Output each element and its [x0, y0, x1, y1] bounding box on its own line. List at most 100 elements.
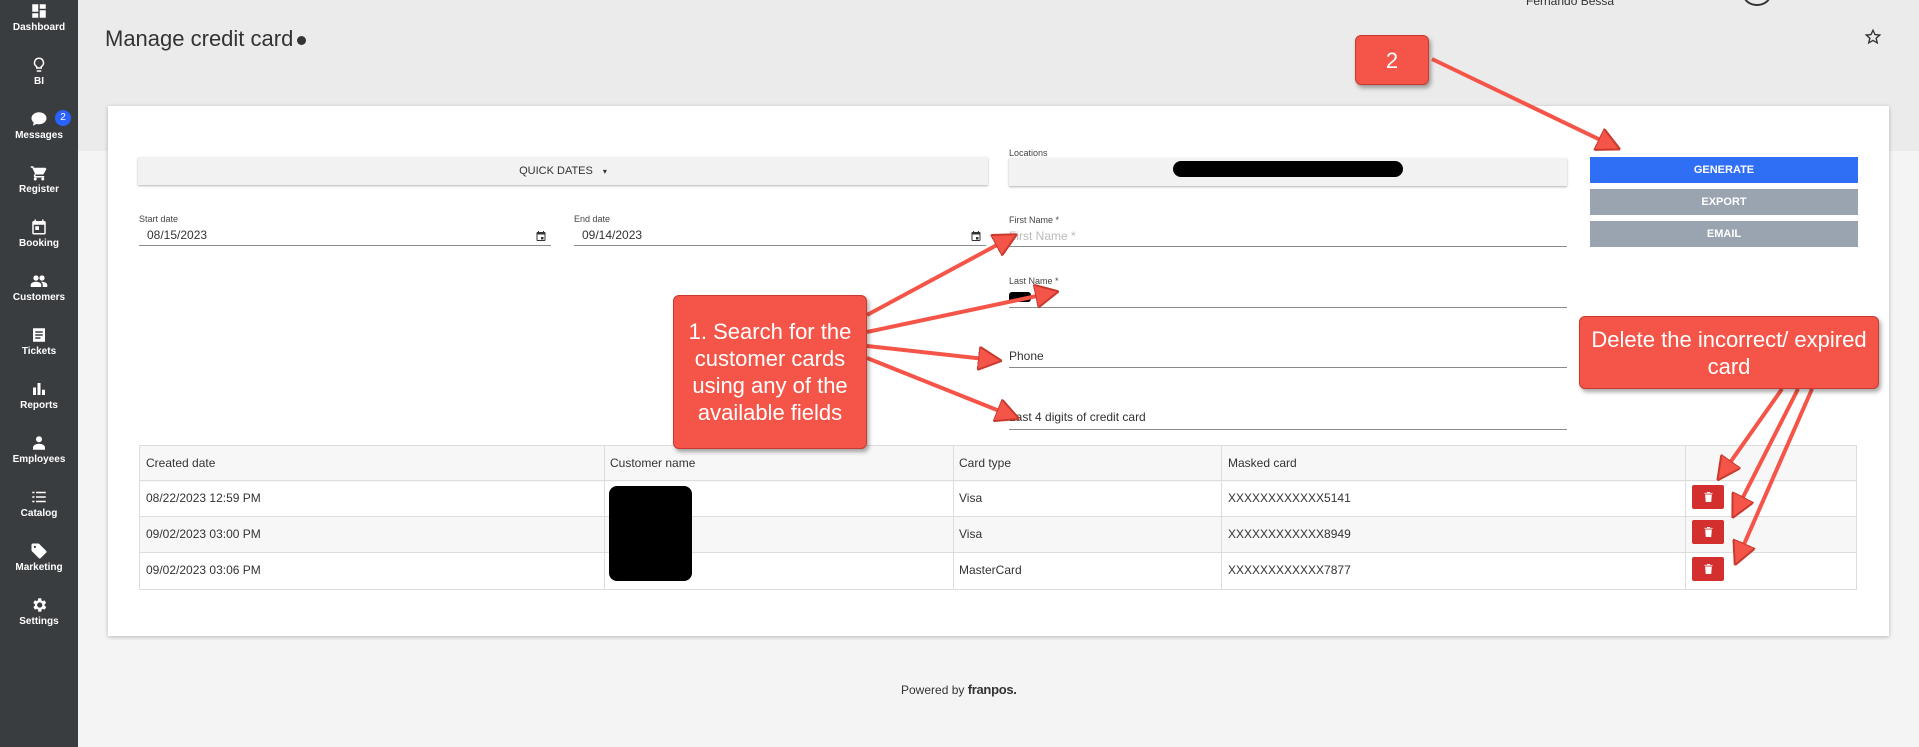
cell-created-date: 09/02/2023 03:06 PM: [146, 563, 261, 577]
column-header-masked-card: Masked card: [1228, 456, 1297, 470]
cell-card-type: Visa: [959, 527, 983, 541]
lightbulb-icon: [33, 57, 45, 72]
cell-masked-card: XXXXXXXXXXXX8949: [1228, 527, 1351, 541]
dashboard-icon: [32, 4, 46, 18]
chevron-down-icon: ▾: [602, 166, 607, 176]
sidebar-item-label: Customers: [12, 292, 66, 303]
sidebar-item-settings[interactable]: Settings: [0, 596, 78, 650]
sidebar-item-bi[interactable]: BI: [0, 56, 78, 110]
table-row: [140, 516, 1856, 552]
cell-card-type: MasterCard: [959, 563, 1022, 577]
column-divider: [1221, 446, 1222, 589]
sidebar-item-label: BI: [34, 76, 44, 87]
star-icon[interactable]: [1864, 28, 1882, 46]
sidebar-item-label: Catalog: [20, 508, 58, 519]
start-date-field[interactable]: 08/15/2023: [147, 228, 207, 242]
locations-redaction: [1173, 161, 1403, 177]
cell-created-date: 08/22/2023 12:59 PM: [146, 491, 261, 505]
annotation-callout-search: 1. Search for the customer cards using a…: [673, 295, 867, 449]
powered-by-footer: Powered by franpos.: [901, 682, 1017, 697]
calendar-icon[interactable]: [970, 230, 982, 242]
sidebar: Dashboard BI Messages 2 Register Booking…: [0, 0, 78, 747]
locations-label: Locations: [1009, 148, 1048, 158]
person-icon: [33, 436, 45, 450]
bar-chart-icon: [33, 383, 45, 395]
first-name-label: First Name *: [1009, 215, 1060, 225]
last4-underline: [1009, 429, 1567, 430]
sidebar-item-label: Booking: [19, 238, 59, 249]
last-name-underline: [1009, 307, 1567, 308]
first-name-field[interactable]: First Name *: [1009, 229, 1076, 243]
end-date-underline: [574, 245, 986, 246]
column-header-customer-name: Customer name: [610, 456, 696, 470]
messages-count-badge: 2: [55, 110, 71, 126]
sidebar-item-register[interactable]: Register: [0, 164, 78, 218]
phone-field[interactable]: Phone: [1009, 349, 1044, 363]
cell-card-type: Visa: [959, 491, 983, 505]
export-button[interactable]: EXPORT: [1590, 189, 1858, 215]
sidebar-item-reports[interactable]: Reports: [0, 380, 78, 434]
user-name: Fernando Bessa: [1526, 0, 1615, 8]
trash-icon: [1703, 564, 1713, 574]
sidebar-item-messages[interactable]: Messages 2: [0, 110, 78, 164]
sidebar-item-dashboard[interactable]: Dashboard: [0, 0, 78, 54]
powered-by-text: Powered by: [901, 683, 965, 697]
trash-icon: [1703, 527, 1713, 537]
calendar-icon: [32, 219, 46, 235]
sidebar-item-marketing[interactable]: Marketing: [0, 542, 78, 596]
sidebar-item-label: Reports: [20, 400, 58, 411]
annotation-callout-step-2: 2: [1355, 35, 1429, 85]
last-name-label: Last Name *: [1009, 276, 1059, 286]
start-date-underline: [139, 245, 551, 246]
last-name-field[interactable]: [1009, 292, 1031, 302]
quick-dates-label: QUICK DATES: [519, 165, 593, 177]
end-date-field[interactable]: 09/14/2023: [582, 228, 642, 242]
delete-card-button[interactable]: [1692, 485, 1724, 509]
last4-digits-field[interactable]: Last 4 digits of credit card: [1009, 410, 1146, 424]
sidebar-item-booking[interactable]: Booking: [0, 218, 78, 272]
page-title: Manage credit card: [105, 26, 294, 51]
credit-card-table: Created date Customer name Card type Mas…: [139, 445, 1857, 590]
column-header-created-date: Created date: [146, 456, 216, 470]
cell-masked-card: XXXXXXXXXXXX5141: [1228, 491, 1351, 505]
customer-name-redaction: [609, 486, 692, 581]
trash-icon: [1703, 492, 1713, 502]
gear-icon: [33, 598, 47, 612]
cell-masked-card: XXXXXXXXXXXX7877: [1228, 563, 1351, 577]
delete-card-button[interactable]: [1692, 557, 1724, 581]
ticket-icon: [33, 328, 45, 342]
sidebar-item-label: Register: [18, 184, 59, 195]
cart-icon: [30, 166, 47, 181]
table-row: [140, 480, 1856, 516]
sidebar-item-label: Marketing: [15, 562, 63, 573]
sidebar-item-label: Settings: [19, 616, 59, 627]
sidebar-item-label: Employees: [12, 454, 66, 465]
end-date-label: End date: [574, 214, 611, 224]
annotation-callout-delete: Delete the incorrect/ expired card: [1579, 316, 1879, 389]
generate-button[interactable]: GENERATE: [1590, 157, 1858, 183]
column-header-card-type: Card type: [959, 456, 1012, 470]
sidebar-item-label: Messages: [15, 130, 63, 141]
sidebar-item-label: Tickets: [21, 346, 57, 357]
email-button[interactable]: EMAIL: [1590, 221, 1858, 247]
info-icon[interactable]: [297, 36, 306, 45]
column-divider: [953, 446, 954, 589]
phone-underline: [1009, 367, 1567, 368]
calendar-icon[interactable]: [535, 230, 547, 242]
cell-created-date: 09/02/2023 03:00 PM: [146, 527, 261, 541]
tag-icon: [31, 543, 47, 559]
sidebar-item-catalog[interactable]: Catalog: [0, 488, 78, 542]
sidebar-item-tickets[interactable]: Tickets: [0, 326, 78, 380]
franpos-logo: franpos.: [967, 682, 1017, 697]
sidebar-item-customers[interactable]: Customers: [0, 272, 78, 326]
sidebar-item-employees[interactable]: Employees: [0, 434, 78, 488]
quick-dates-dropdown[interactable]: QUICK DATES ▾: [138, 157, 988, 185]
people-icon: [30, 275, 48, 287]
chat-icon: [31, 112, 47, 126]
sidebar-item-label: Dashboard: [12, 22, 66, 33]
delete-card-button[interactable]: [1692, 520, 1724, 544]
column-divider: [1685, 446, 1686, 589]
first-name-underline: [1009, 246, 1567, 247]
list-icon: [32, 491, 46, 503]
start-date-label: Start date: [139, 214, 179, 224]
